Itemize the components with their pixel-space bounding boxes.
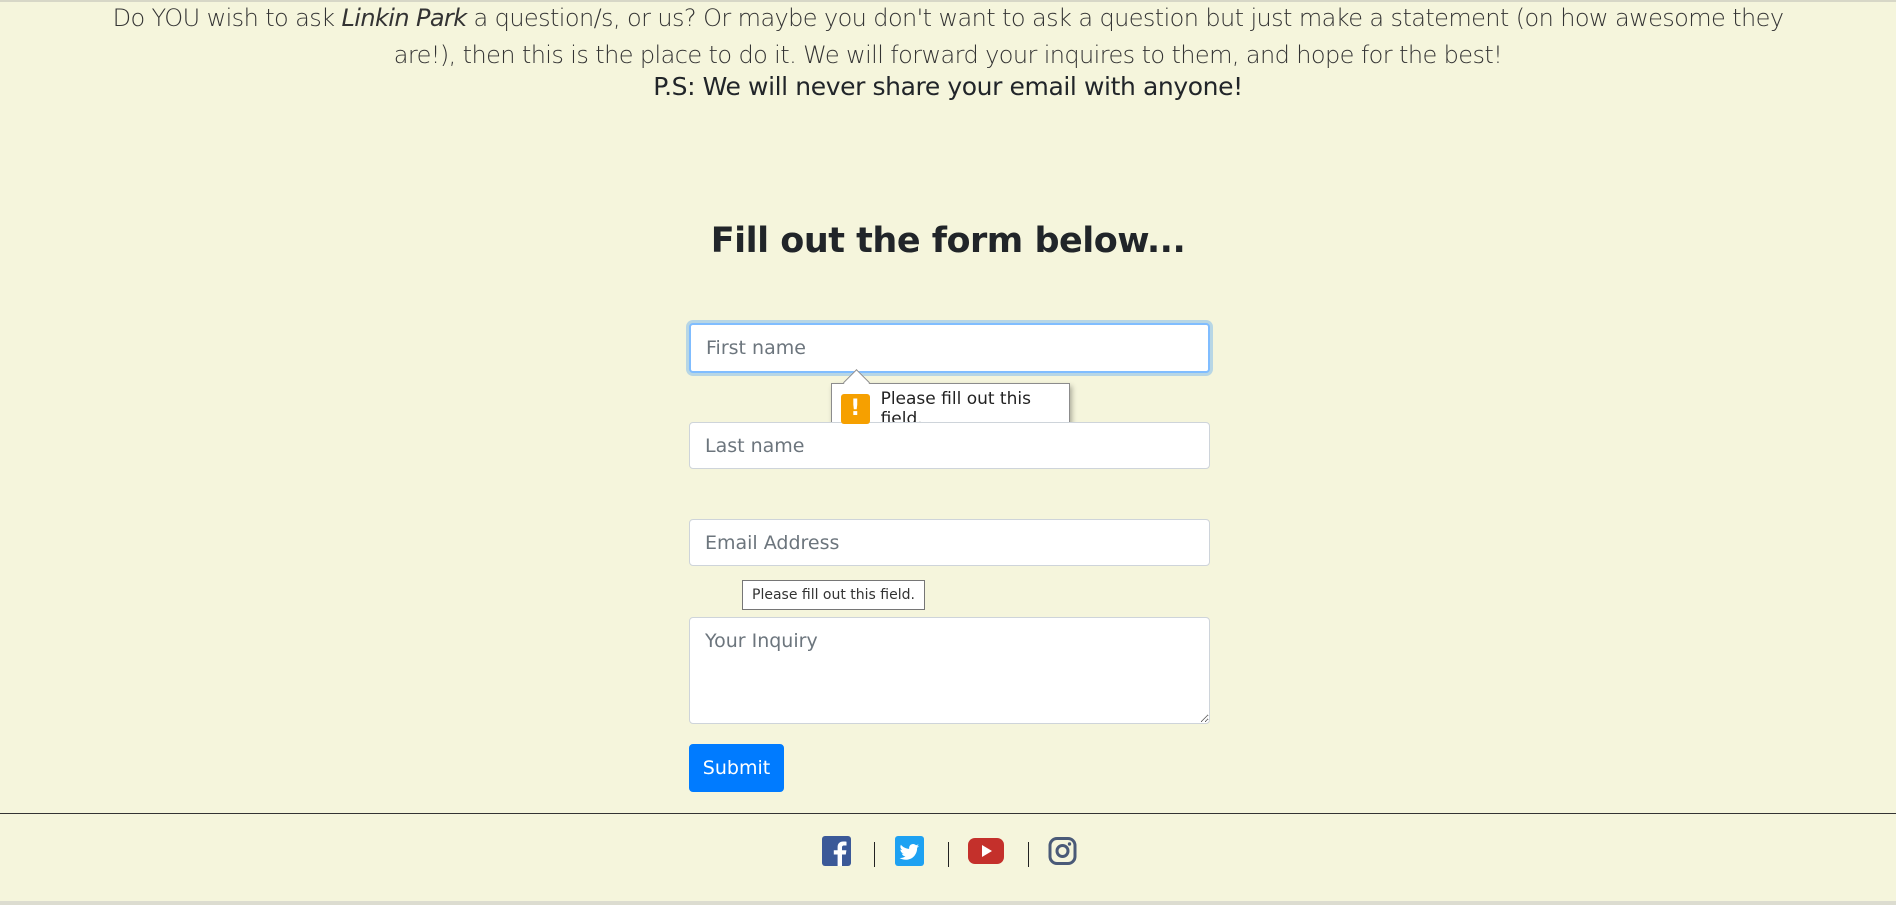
last-name-input[interactable] — [689, 422, 1210, 469]
bottom-strip — [0, 901, 1896, 905]
intro-paragraph: Do YOU wish to ask Linkin Park a questio… — [90, 0, 1806, 74]
social-separator — [874, 842, 875, 867]
footer-divider — [0, 813, 1896, 814]
email-input[interactable] — [689, 519, 1210, 566]
social-separator — [948, 842, 949, 867]
band-name: Linkin Park — [341, 4, 468, 32]
intro-text-start: Do YOU wish to ask — [112, 4, 342, 32]
youtube-icon[interactable] — [968, 838, 1004, 868]
validation-tooltip: Please fill out this field. — [742, 580, 925, 610]
twitter-icon[interactable] — [895, 836, 924, 866]
first-name-input[interactable] — [689, 323, 1210, 373]
bubble-arrow — [843, 369, 870, 396]
form-title: Fill out the form below... — [710, 221, 1186, 261]
privacy-note: P.S: We will never share your email with… — [653, 72, 1243, 101]
facebook-icon[interactable] — [822, 836, 851, 866]
social-separator — [1028, 842, 1029, 867]
inquiry-textarea[interactable] — [689, 617, 1210, 724]
instagram-icon[interactable] — [1048, 836, 1077, 866]
submit-button[interactable]: Submit — [689, 744, 784, 792]
warning-icon: ! — [841, 394, 870, 424]
intro-text-end: a question/s, or us? Or maybe you don't … — [393, 4, 1784, 69]
